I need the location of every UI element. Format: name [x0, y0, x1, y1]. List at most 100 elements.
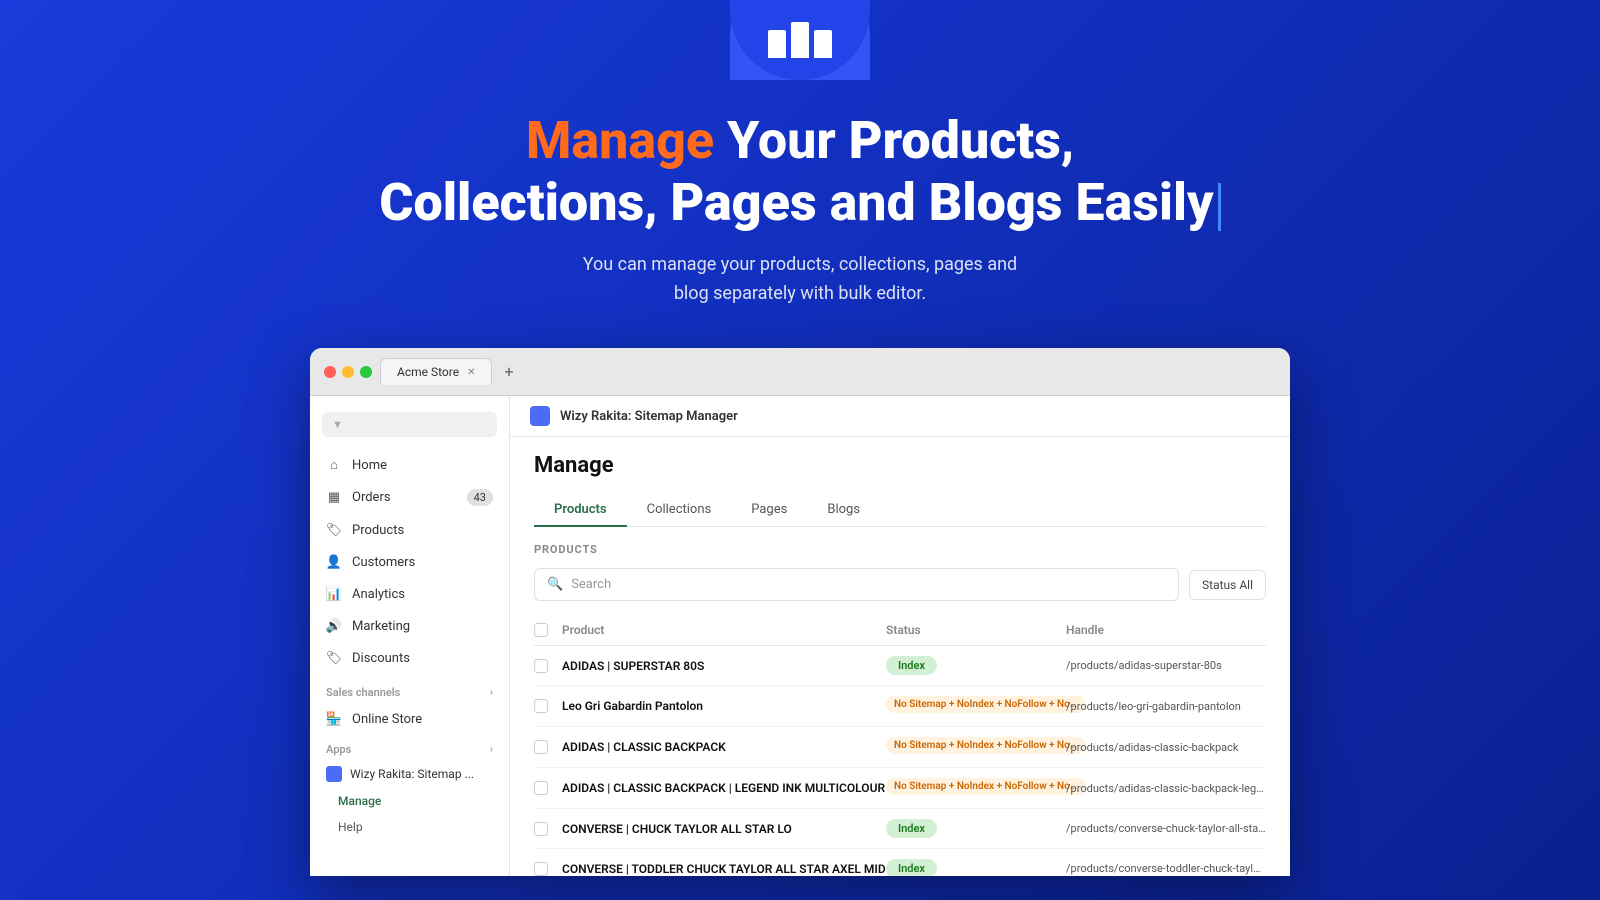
sidebar-search-box[interactable]: ▼	[322, 412, 497, 437]
maximize-button[interactable]	[360, 366, 372, 378]
search-box[interactable]: 🔍 Search	[534, 568, 1179, 601]
sidebar-label-customers: Customers	[352, 555, 415, 570]
table-row: Leo Gri Gabardin Pantolon No Sitemap + N…	[534, 686, 1266, 727]
sidebar-item-products[interactable]: 🏷 Products	[310, 514, 509, 546]
sidebar-item-wizy[interactable]: Wizy Rakita: Sitemap ...	[310, 760, 509, 788]
sidebar: ▼ ⌂ Home ▦ Orders 43 🏷 Products �	[310, 396, 510, 876]
row-checkbox-2[interactable]	[534, 699, 548, 713]
sales-channels-arrow: ›	[490, 687, 493, 698]
hero-title: Manage Your Products, Collections, Pages…	[20, 110, 1580, 235]
sidebar-label-products: Products	[352, 523, 404, 538]
row-checkbox-5[interactable]	[534, 822, 548, 836]
sidebar-label-analytics: Analytics	[352, 587, 405, 602]
manage-title: Manage	[534, 453, 1266, 478]
sidebar-item-marketing[interactable]: 🔊 Marketing	[310, 610, 509, 642]
sidebar-help-link[interactable]: Help	[310, 814, 509, 840]
manage-area: Manage Products Collections Pages Blogs …	[510, 437, 1290, 876]
product-name-3: ADIDAS | CLASSIC BACKPACK	[562, 740, 886, 754]
wizy-app-name: Wizy Rakita: Sitemap ...	[350, 767, 474, 781]
handle-5: /products/converse-chuck-taylor-all-star…	[1066, 822, 1266, 835]
home-icon: ⌂	[326, 457, 342, 473]
minimize-button[interactable]	[342, 366, 354, 378]
cursor-blink	[1218, 183, 1221, 231]
wizy-app-icon	[326, 766, 342, 782]
close-button[interactable]	[324, 366, 336, 378]
sidebar-manage-link[interactable]: Manage	[310, 788, 509, 814]
logo-bars	[768, 22, 832, 58]
status-badge-5: Index	[886, 819, 937, 838]
handle-6: /products/converse-toddler-chuck-taylor-…	[1066, 862, 1266, 875]
handle-2: /products/leo-gri-gabardin-pantolon	[1066, 700, 1266, 713]
handle-3: /products/adidas-classic-backpack	[1066, 741, 1266, 754]
customers-icon: 👤	[326, 554, 342, 570]
hero-section: Manage Your Products, Collections, Pages…	[0, 80, 1600, 348]
sidebar-label-discounts: Discounts	[352, 651, 410, 666]
row-checkbox-4[interactable]	[534, 781, 548, 795]
sidebar-nav: ⌂ Home ▦ Orders 43 🏷 Products 👤 Customer…	[310, 445, 509, 678]
tab-blogs[interactable]: Blogs	[807, 494, 880, 527]
row-checkbox-1[interactable]	[534, 659, 548, 673]
sidebar-search-area: ▼	[310, 404, 509, 445]
handle-4: /products/adidas-classic-backpack-legend…	[1066, 782, 1266, 795]
status-badge-3: No Sitemap + NoIndex + NoFollow + No Sea…	[886, 737, 1086, 754]
logo-area	[0, 0, 1600, 80]
select-all-checkbox[interactable]	[534, 623, 548, 637]
product-name-1: ADIDAS | SUPERSTAR 80S	[562, 659, 886, 673]
row-checkbox-3[interactable]	[534, 740, 548, 754]
online-store-label: Online Store	[352, 712, 422, 727]
hero-blogs: Blogs	[929, 172, 1063, 233]
sidebar-item-discounts[interactable]: 🏷 Discounts	[310, 642, 509, 674]
sales-channels-section: Sales channels ›	[310, 678, 509, 703]
tabs: Products Collections Pages Blogs	[534, 494, 1266, 527]
logo-bar-3	[814, 30, 832, 58]
status-badge-6: Index	[886, 859, 937, 876]
table-row: ADIDAS | CLASSIC BACKPACK No Sitemap + N…	[534, 727, 1266, 768]
product-name-5: CONVERSE | CHUCK TAYLOR ALL STAR LO	[562, 822, 886, 836]
hero-manage: Manage	[526, 110, 714, 171]
hero-products: Products	[849, 110, 1061, 171]
products-icon: 🏷	[326, 522, 342, 538]
browser-tab[interactable]: Acme Store ✕	[380, 358, 492, 385]
sidebar-item-online-store[interactable]: 🏪 Online Store	[310, 703, 509, 735]
col-handle: Handle	[1066, 623, 1266, 637]
handle-1: /products/adidas-superstar-80s	[1066, 659, 1266, 672]
status-badge-1: Index	[886, 656, 937, 675]
store-icon: 🏪	[326, 711, 342, 727]
top-bar-app-icon	[530, 406, 550, 426]
top-bar-title: Wizy Rakita: Sitemap Manager	[560, 409, 738, 424]
table-row: ADIDAS | CLASSIC BACKPACK | LEGEND INK M…	[534, 768, 1266, 809]
col-checkbox	[534, 623, 562, 637]
browser-chrome: Acme Store ✕ +	[310, 348, 1290, 396]
apps-arrow: ›	[490, 744, 493, 755]
tab-title: Acme Store	[397, 365, 459, 379]
status-filter[interactable]: Status All	[1189, 570, 1266, 600]
sidebar-item-home[interactable]: ⌂ Home	[310, 449, 509, 481]
col-status: Status	[886, 623, 1066, 637]
browser-window: Acme Store ✕ + ▼ ⌂ Home ▦ Orders	[310, 348, 1290, 876]
product-name-4: ADIDAS | CLASSIC BACKPACK | LEGEND INK M…	[562, 781, 886, 795]
orders-badge: 43	[467, 489, 493, 506]
traffic-lights	[324, 366, 372, 378]
sidebar-item-customers[interactable]: 👤 Customers	[310, 546, 509, 578]
orders-icon: ▦	[326, 490, 342, 506]
new-tab-button[interactable]: +	[496, 358, 521, 385]
section-label: PRODUCTS	[534, 543, 1266, 556]
top-bar: Wizy Rakita: Sitemap Manager	[510, 396, 1290, 437]
sidebar-item-analytics[interactable]: 📊 Analytics	[310, 578, 509, 610]
apps-section: Apps ›	[310, 735, 509, 760]
status-badge-2: No Sitemap + NoIndex + NoFollow + No Sea…	[886, 696, 1086, 713]
row-checkbox-6[interactable]	[534, 862, 548, 876]
sidebar-item-orders[interactable]: ▦ Orders 43	[310, 481, 509, 514]
table-header: Product Status Handle	[534, 615, 1266, 646]
sidebar-label-home: Home	[352, 458, 387, 473]
main-content: Wizy Rakita: Sitemap Manager Manage Prod…	[510, 396, 1290, 876]
table-row: ADIDAS | SUPERSTAR 80S Index /products/a…	[534, 646, 1266, 686]
browser-content: ▼ ⌂ Home ▦ Orders 43 🏷 Products �	[310, 396, 1290, 876]
tab-close-icon[interactable]: ✕	[467, 367, 475, 378]
product-name-6: CONVERSE | TODDLER CHUCK TAYLOR ALL STAR…	[562, 862, 886, 876]
logo-bar-2	[791, 22, 809, 58]
tab-pages[interactable]: Pages	[731, 494, 807, 527]
marketing-icon: 🔊	[326, 618, 342, 634]
tab-products[interactable]: Products	[534, 494, 627, 527]
tab-collections[interactable]: Collections	[627, 494, 732, 527]
